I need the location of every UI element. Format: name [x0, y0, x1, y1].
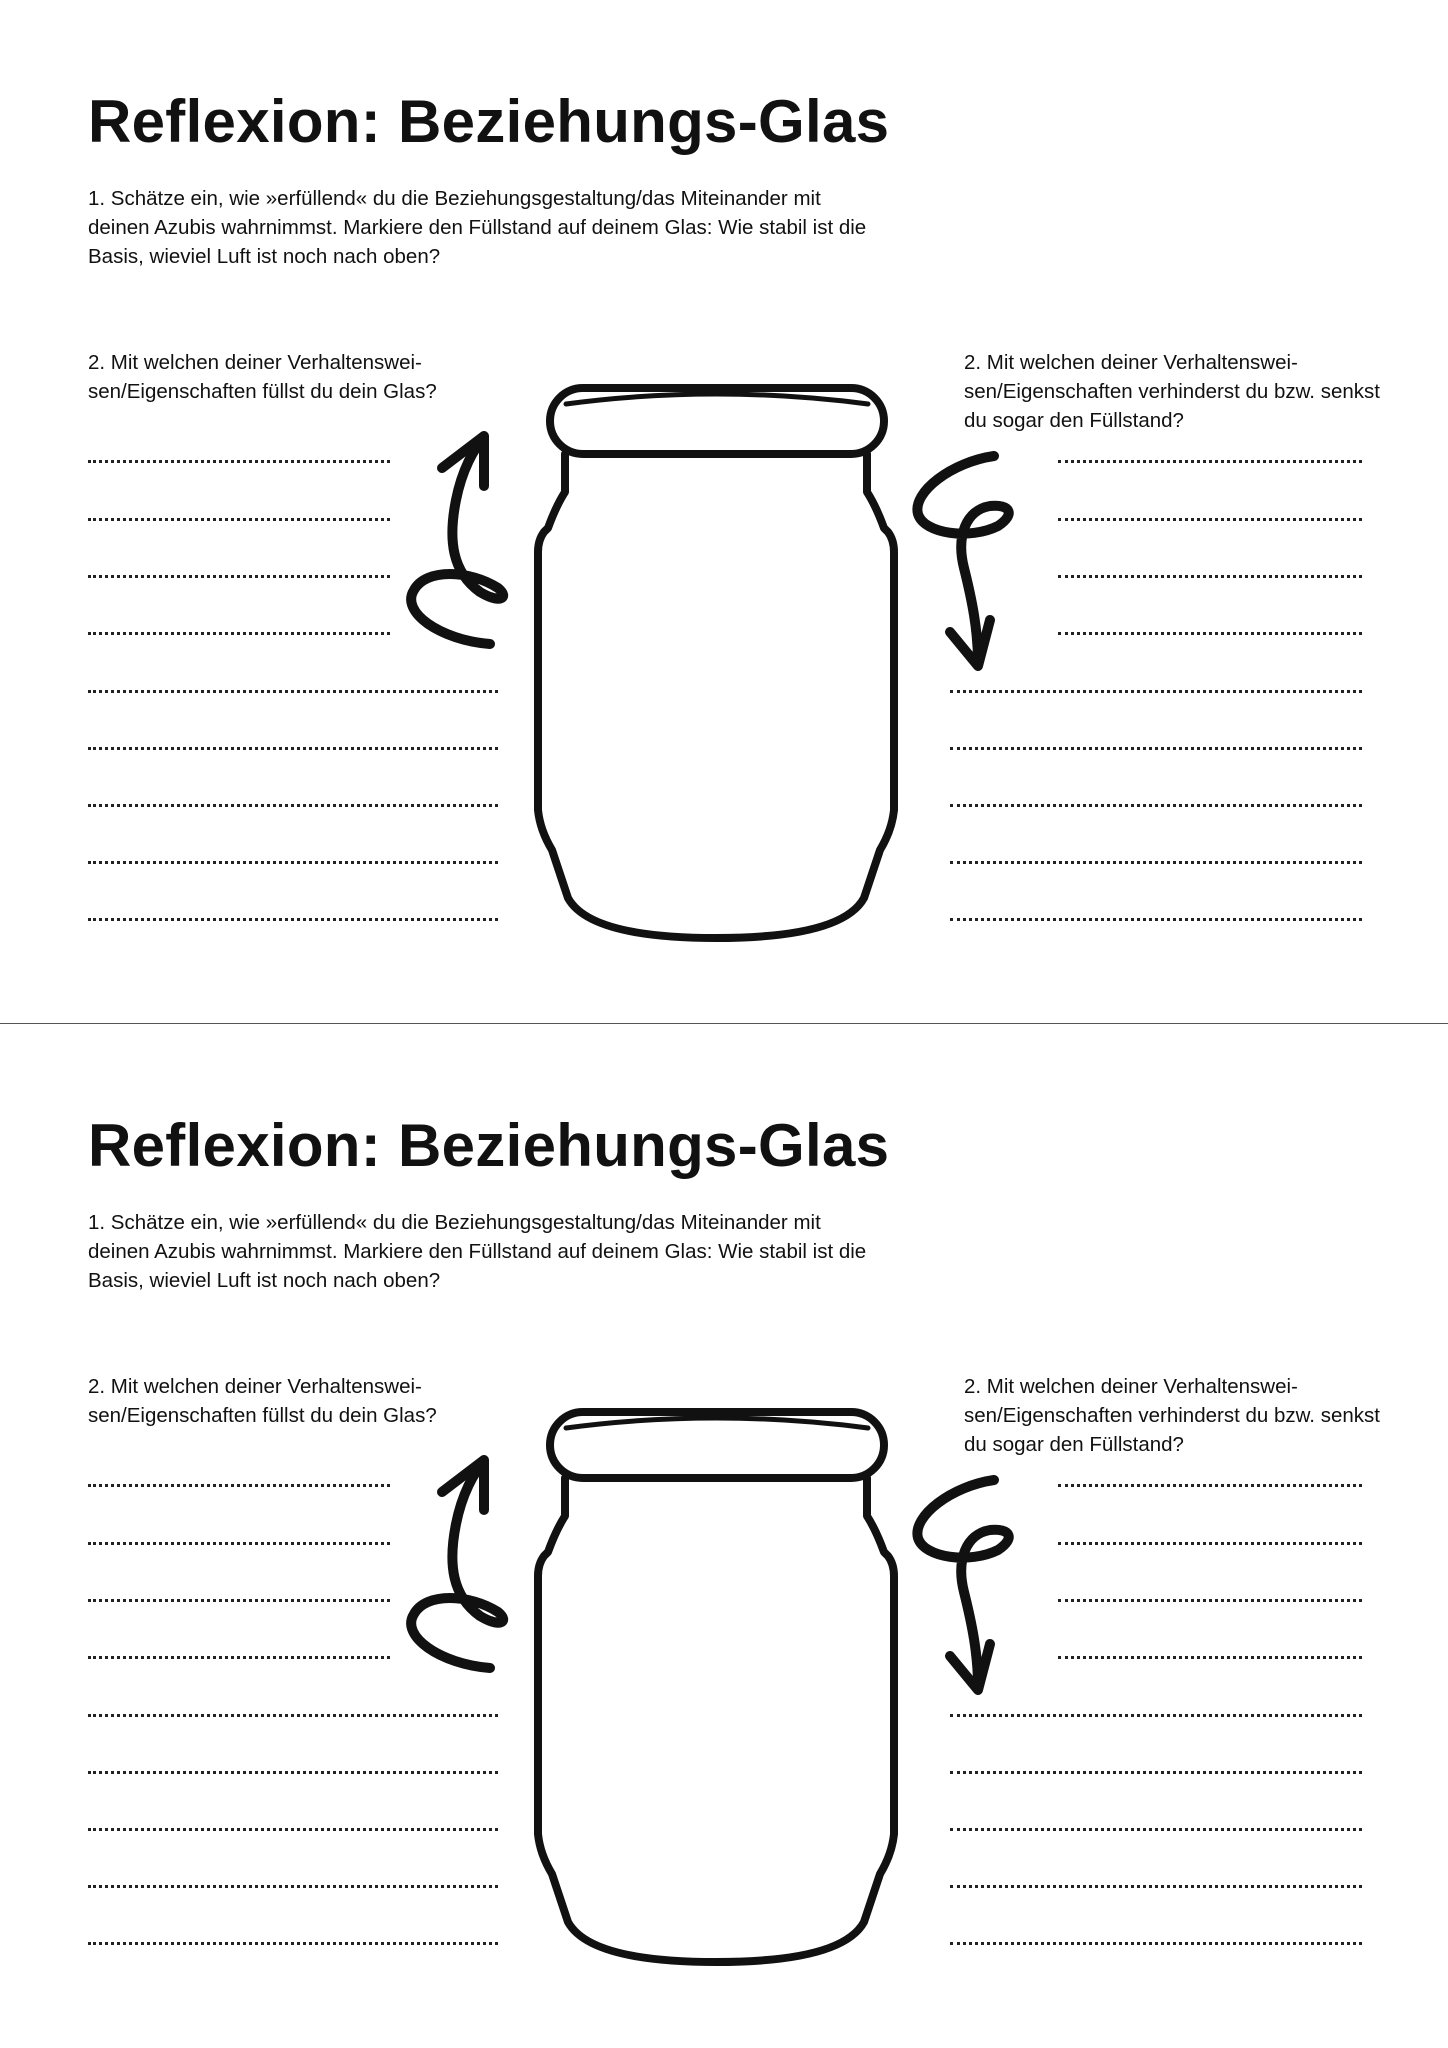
- left-answer-line[interactable]: [88, 1885, 498, 1888]
- right-answer-line[interactable]: [950, 918, 1362, 921]
- left-answer-line[interactable]: [88, 460, 390, 463]
- right-answer-line[interactable]: [950, 861, 1362, 864]
- left-answer-line[interactable]: [88, 1484, 390, 1487]
- left-answer-line[interactable]: [88, 690, 498, 693]
- curly-arrow-down-icon: [912, 451, 1014, 671]
- right-answer-line[interactable]: [950, 1885, 1362, 1888]
- right-answer-line[interactable]: [1058, 1542, 1362, 1545]
- left-answer-line[interactable]: [88, 861, 498, 864]
- left-answer-line[interactable]: [88, 1714, 498, 1717]
- jar-icon: [534, 384, 898, 942]
- worksheet-top: Reflexion: Beziehungs-Glas 1. Schätze ei…: [0, 0, 1448, 1024]
- right-answer-line[interactable]: [1058, 460, 1362, 463]
- right-answer-line[interactable]: [950, 690, 1362, 693]
- curly-arrow-down-icon: [912, 1475, 1014, 1695]
- worksheet-bottom: Reflexion: Beziehungs-Glas 1. Schätze ei…: [0, 1024, 1448, 2048]
- right-answer-line[interactable]: [1058, 1599, 1362, 1602]
- left-answer-line[interactable]: [88, 1771, 498, 1774]
- left-answer-line[interactable]: [88, 575, 390, 578]
- task-2-right-question: 2. Mit welchen deiner Verhaltenswei-sen/…: [964, 1375, 1380, 1456]
- left-answer-line[interactable]: [88, 1599, 390, 1602]
- left-answer-line[interactable]: [88, 1942, 498, 1945]
- right-answer-line[interactable]: [950, 1942, 1362, 1945]
- right-answer-line[interactable]: [1058, 1484, 1362, 1487]
- jar-icon: [534, 1408, 898, 1966]
- task-1-text: 1. Schätze ein, wie »erfüllend« du die B…: [88, 187, 867, 268]
- left-answer-line[interactable]: [88, 518, 390, 521]
- page-title: Reflexion: Beziehungs-Glas: [88, 88, 890, 155]
- left-answer-line[interactable]: [88, 632, 390, 635]
- curly-arrow-up-icon: [406, 1455, 509, 1673]
- right-answer-line[interactable]: [950, 1714, 1362, 1717]
- right-answer-line[interactable]: [1058, 518, 1362, 521]
- right-answer-line[interactable]: [950, 1771, 1362, 1774]
- curly-arrow-up-icon: [406, 431, 509, 649]
- task-2-right-question: 2. Mit welchen deiner Verhaltenswei-sen/…: [964, 351, 1380, 432]
- task-2-left-question: 2. Mit welchen deiner Verhaltenswei-sen/…: [88, 1375, 437, 1427]
- left-answer-line[interactable]: [88, 918, 498, 921]
- left-answer-line[interactable]: [88, 747, 498, 750]
- left-answer-line[interactable]: [88, 1828, 498, 1831]
- task-2-left-question: 2. Mit welchen deiner Verhaltenswei-sen/…: [88, 351, 437, 403]
- right-answer-line[interactable]: [1058, 1656, 1362, 1659]
- task-1-text: 1. Schätze ein, wie »erfüllend« du die B…: [88, 1211, 867, 1292]
- left-answer-line[interactable]: [88, 804, 498, 807]
- left-answer-line[interactable]: [88, 1656, 390, 1659]
- left-answer-line[interactable]: [88, 1542, 390, 1545]
- page-title: Reflexion: Beziehungs-Glas: [88, 1112, 890, 1179]
- right-answer-line[interactable]: [950, 747, 1362, 750]
- right-answer-line[interactable]: [950, 804, 1362, 807]
- right-answer-line[interactable]: [950, 1828, 1362, 1831]
- right-answer-line[interactable]: [1058, 575, 1362, 578]
- right-answer-line[interactable]: [1058, 632, 1362, 635]
